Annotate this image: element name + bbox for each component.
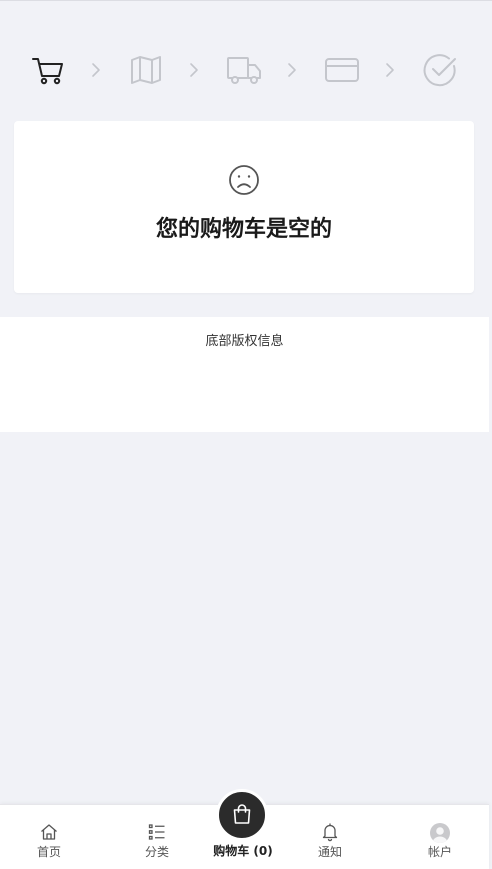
avatar — [430, 823, 450, 843]
chevron-right-icon — [381, 61, 399, 79]
tab-category[interactable]: 分类 — [108, 805, 206, 869]
empty-cart-message: 您的购物车是空的 — [155, 217, 332, 242]
truck-icon[interactable] — [226, 52, 262, 88]
card-icon[interactable] — [324, 52, 360, 88]
tab-notify[interactable]: 通知 — [281, 805, 379, 869]
map-icon[interactable] — [128, 52, 164, 88]
sad-face-icon — [228, 164, 260, 196]
bottom-tabbar: 首页 分类 购物车 (0) 通知 帐户 — [0, 789, 489, 869]
tab-cart-label: 购物车 (0) — [213, 844, 273, 858]
tab-notify-label: 通知 — [317, 845, 342, 859]
cart-icon[interactable] — [30, 52, 66, 88]
tab-home-label: 首页 — [36, 845, 61, 859]
chevron-right-icon — [185, 61, 203, 79]
cart-button[interactable] — [216, 789, 268, 841]
top-divider — [0, 0, 492, 1]
home-icon — [39, 822, 59, 842]
bell-icon — [320, 822, 340, 842]
check-circle-icon[interactable] — [422, 52, 458, 88]
footer-copyright: 底部版权信息 — [205, 334, 284, 349]
tab-account-label: 帐户 — [427, 845, 452, 859]
page-footer: 底部版权信息 — [0, 317, 489, 432]
tab-home[interactable]: 首页 — [0, 805, 98, 869]
tab-category-label: 分类 — [144, 845, 169, 859]
list-icon — [147, 822, 167, 842]
chevron-right-icon — [283, 61, 301, 79]
shopping-bag-icon — [233, 804, 251, 824]
empty-cart-panel: 您的购物车是空的 — [14, 121, 474, 293]
chevron-right-icon — [87, 61, 105, 79]
checkout-steps — [0, 52, 492, 88]
tab-account[interactable]: 帐户 — [391, 805, 489, 869]
